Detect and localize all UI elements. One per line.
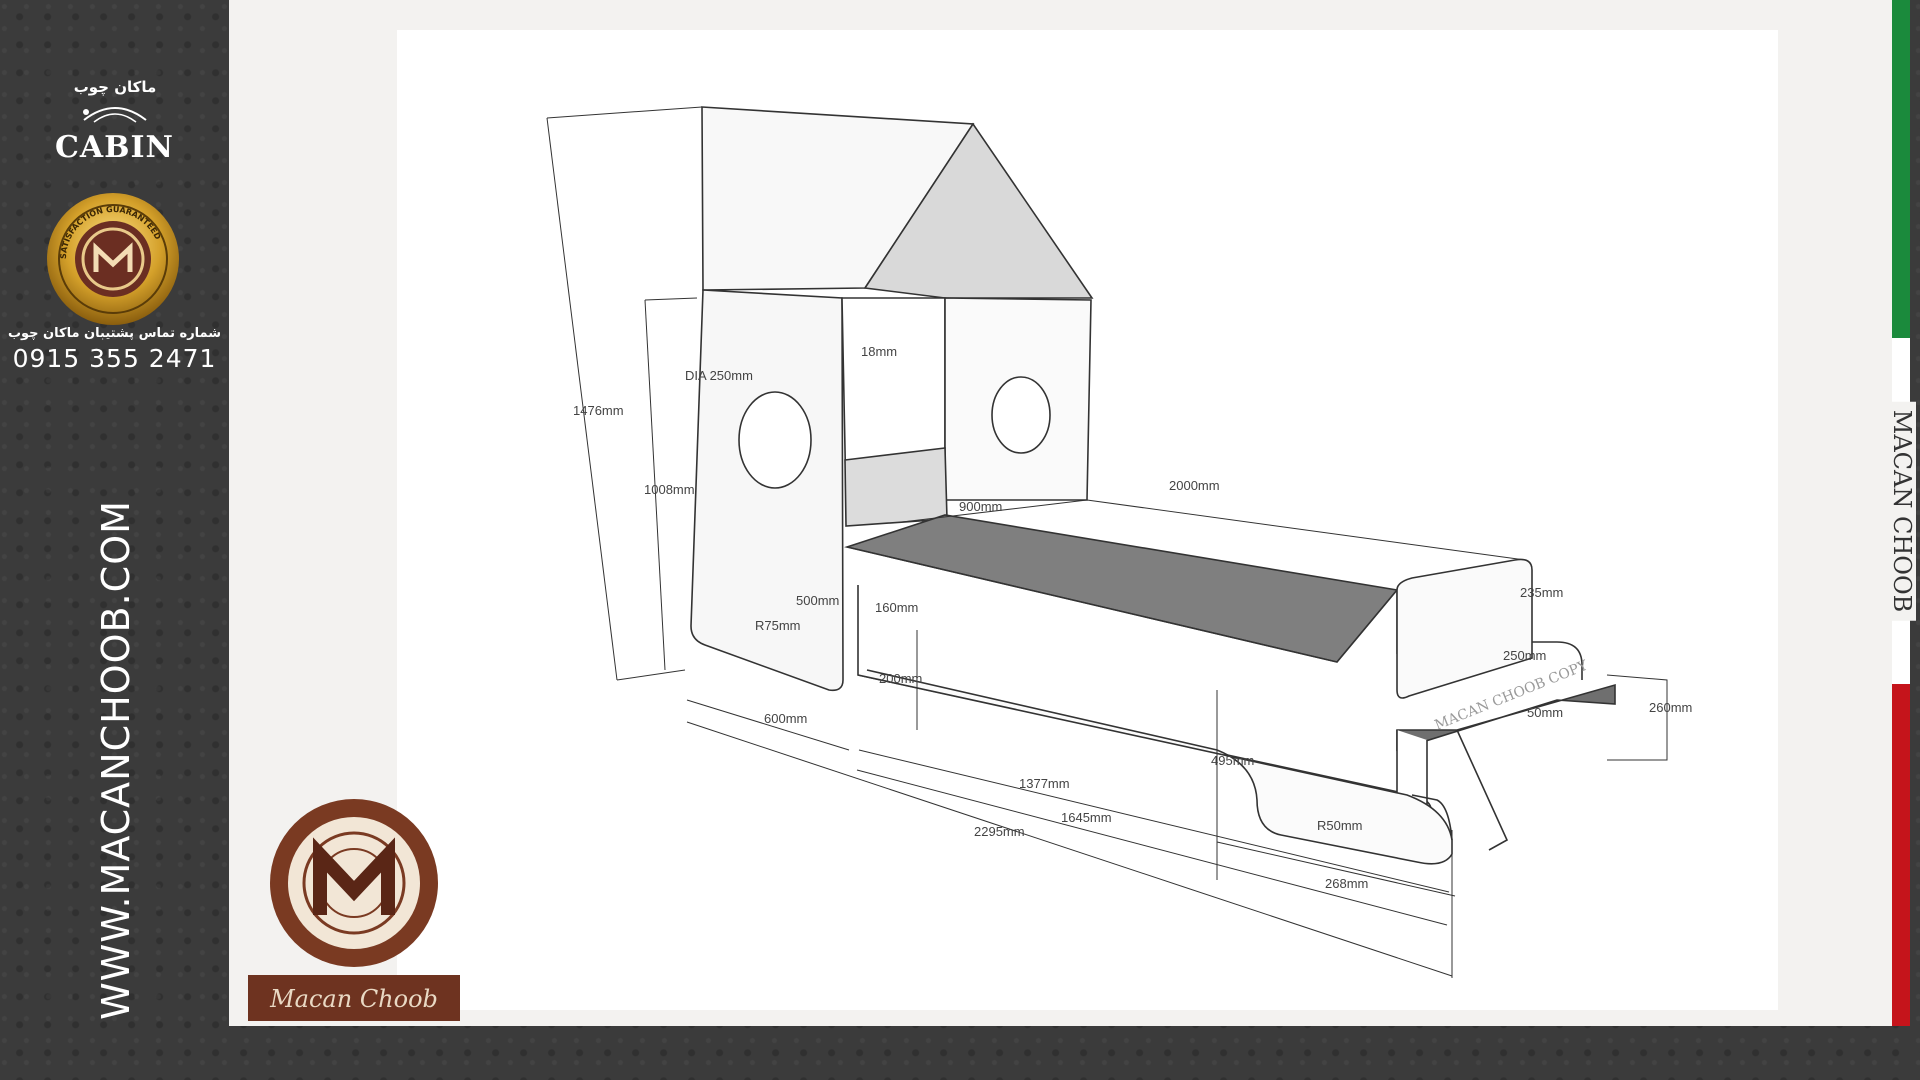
dim-side-rail: 500mm xyxy=(796,593,839,608)
dim-step-width: 50mm xyxy=(1527,705,1563,720)
dim-height-headboard: 1008mm xyxy=(644,482,695,497)
dim-side-len: 1645mm xyxy=(1061,810,1112,825)
dim-floor-clear: 200mm xyxy=(879,671,922,686)
satisfaction-seal-icon: SATISFACTION GUARANTEED xyxy=(47,193,179,325)
vertical-brand: MACAN CHOOB xyxy=(1888,401,1916,621)
footboard xyxy=(1396,558,1533,699)
dim-height-total: 1476mm xyxy=(573,403,624,418)
brand-name: CABIN xyxy=(55,130,174,165)
dim-step-height: 260mm xyxy=(1649,700,1692,715)
dim-foot-panel-h: 495mm xyxy=(1211,753,1254,768)
dim-step-depth: 250mm xyxy=(1503,648,1546,663)
flag-red xyxy=(1892,684,1910,1026)
website-link[interactable]: WWW.MACANCHOOB.COM xyxy=(94,500,138,1020)
dim-foot-height: 235mm xyxy=(1520,585,1563,600)
flag-green xyxy=(1892,0,1910,338)
brand-logo-text: ماکان چوب xyxy=(74,78,157,97)
dim-window-dia: DIA 250mm xyxy=(685,368,753,383)
dim-bed-length: 2000mm xyxy=(1169,478,1220,493)
dim-slat-gap: 160mm xyxy=(875,600,918,615)
dim-total-len: 2295mm xyxy=(974,824,1025,839)
dim-frame-len: 1377mm xyxy=(1019,776,1070,791)
window-left xyxy=(738,391,812,489)
technical-drawing: 1476mm 1008mm DIA 250mm 18mm 900mm 2000m… xyxy=(397,30,1778,1010)
sidebar: ماکان چوب CABIN SATISFACTION GUARANTEED … xyxy=(0,0,229,1026)
bed-drawing-svg: 1476mm 1008mm DIA 250mm 18mm 900mm 2000m… xyxy=(546,106,1692,978)
dim-bed-width: 900mm xyxy=(959,499,1002,514)
support-label: شماره تماس پشتیبان ماکان چوب xyxy=(7,326,222,341)
dim-radius-head: R75mm xyxy=(755,618,801,633)
dim-foot-base: 268mm xyxy=(1325,876,1368,891)
dim-panel-thickness: 18mm xyxy=(861,344,897,359)
support-phone[interactable]: 0915 355 2471 xyxy=(0,344,229,373)
corner-logo-text: Macan Choob xyxy=(270,985,438,1013)
slat-bed xyxy=(844,514,1399,663)
dim-radius-foot: R50mm xyxy=(1317,818,1363,833)
brand-logo-icon: ماکان چوب xyxy=(74,78,157,123)
dim-head-depth: 600mm xyxy=(764,711,807,726)
side-panel xyxy=(857,669,1453,865)
window-right xyxy=(991,376,1051,454)
